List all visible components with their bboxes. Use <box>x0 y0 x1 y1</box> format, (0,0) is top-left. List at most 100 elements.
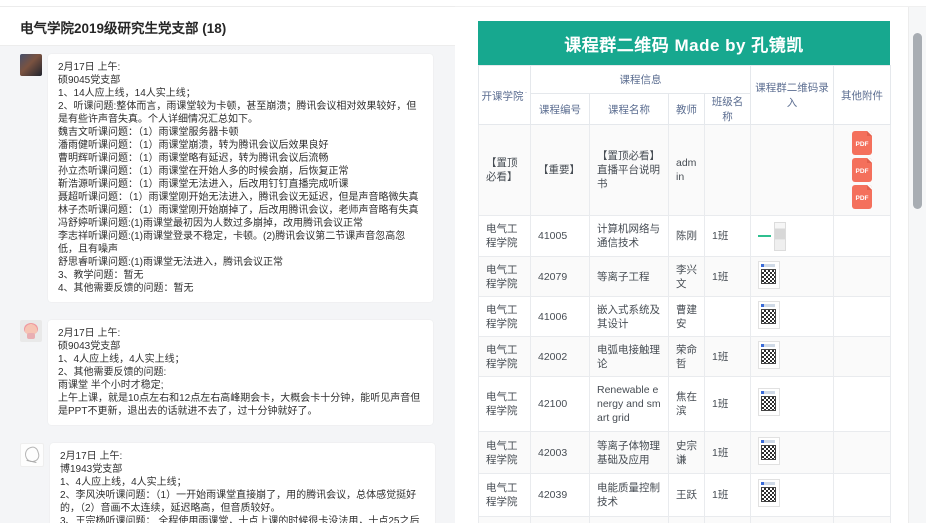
bird-photo-avatar[interactable] <box>20 54 42 76</box>
cell-teacher: 王跃 <box>669 474 705 517</box>
cell-teacher: 陈刚 <box>669 216 705 257</box>
message-line: 舒思睿听课问题:(1)雨课堂无法进入，腾讯会议正常 <box>58 256 423 269</box>
header-college[interactable]: 开课学院· <box>479 66 531 125</box>
cell-class-name: 1班 <box>705 257 751 297</box>
qr-code-pattern <box>761 349 776 364</box>
message-line: 博1943党支部 <box>60 463 425 476</box>
pdf-file-icon[interactable]: PDF <box>852 158 872 182</box>
chat-window: 电气学院2019级研究生党支部 (18) 2月17日 上午:硕9045党支部1、… <box>0 6 455 523</box>
pdf-file-icon[interactable]: PDF <box>852 185 872 209</box>
qr-code-thumbnail[interactable] <box>758 301 780 329</box>
message-line: 潘雨健听课问题：（1）雨课堂崩溃，转为腾讯会议后效果良好 <box>58 139 423 152</box>
qr-code-pattern <box>761 309 776 324</box>
cell-college: 电气工程学院 <box>479 216 531 257</box>
cell-class-name: 1班 <box>705 432 751 474</box>
cell-course-name: 电能质量控制技术 <box>590 474 669 517</box>
course-qr-page: 课程群二维码 Made by 孔镜凯 开课学院· 课程信息 课程群二维码录入 其… <box>455 6 926 523</box>
message-line: 4、其他需要反馈的问题：暂无 <box>58 282 423 295</box>
header-teacher: 教师 <box>669 94 705 125</box>
cell-attachments <box>834 474 891 517</box>
cell-course-code: 42039 <box>531 474 590 517</box>
cell-qr-entry <box>751 125 834 216</box>
cell-course-name: 计算机网络与通信技术 <box>590 216 669 257</box>
screenshot-thumbnail[interactable] <box>774 222 786 251</box>
cell-college: 电气工程学院 <box>479 257 531 297</box>
thumbnail-header <box>761 440 775 443</box>
qr-code-thumbnail[interactable] <box>758 388 780 416</box>
cell-qr-entry <box>751 377 834 432</box>
message-bubble: 2月17日 上午:硕9045党支部1、14人应上线，14人实上线；2、听课问题:… <box>48 54 433 302</box>
message-line: 聂超听课问题：（1）雨课堂刚开始无法进入，腾讯会议无延迟，但是声音略微失真 <box>58 191 423 204</box>
cell-teacher <box>669 517 705 523</box>
message-line: 林子杰听课问题：（1）雨课堂刚开始崩掉了，后改用腾讯会议，老师声音略有失真 <box>58 204 423 217</box>
message-line: 2、李风泱听课问题：（1）一开始雨课堂直接崩了，用的腾讯会议，总体感觉挺好的，（… <box>60 489 425 515</box>
cell-course-name: 等离子工程 <box>590 257 669 297</box>
cell-teacher: 史宗谦 <box>669 432 705 474</box>
qr-code-pattern <box>761 269 776 284</box>
qr-code-thumbnail[interactable] <box>758 341 780 369</box>
cell-teacher: 焦在滨 <box>669 377 705 432</box>
cell-course-code: 【重要】 <box>531 125 590 216</box>
page-scrollbar[interactable] <box>908 7 926 523</box>
table-row: 电气工程学院 42003 等离子体物理基础及应用 史宗谦 1班 <box>479 432 891 474</box>
message-line: 2月17日 上午: <box>58 61 423 74</box>
cell-college: 电气工程学院 <box>479 337 531 377</box>
cell-class-name: 1班 <box>705 337 751 377</box>
pink-cartoon-face-avatar[interactable] <box>20 320 42 342</box>
table-row: 电气工程学院 42002 电弧电接触理论 荣命哲 1班 <box>479 337 891 377</box>
cell-college: 电气工程学院 <box>479 377 531 432</box>
desktop: 电气学院2019级研究生党支部 (18) 2月17日 上午:硕9045党支部1、… <box>0 0 926 522</box>
cell-course-code: 42100 <box>531 377 590 432</box>
cell-attachments <box>834 337 891 377</box>
cell-college: 电气工程学院 <box>479 432 531 474</box>
cell-qr-entry <box>751 216 834 257</box>
message-line: 靳浩源听课问题：（1）雨课堂无法进入，后改用钉钉直播完成听课 <box>58 178 423 191</box>
message-line: 李志祥听课问题:(1)雨课堂登录不稳定，卡顿。(2)腾讯会议第二节课声音忽高忽低… <box>58 230 423 256</box>
cell-teacher: 李兴文 <box>669 257 705 297</box>
table-row: 【置顶必看】 【重要】 【置顶必看】直播平台说明书 admin PDFPDFPD… <box>479 125 891 216</box>
header-attachments: 其他附件 <box>834 66 891 125</box>
header-class-name: 班级名称 <box>705 94 751 125</box>
cell-attachments: PDF PDF PDF <box>834 125 891 216</box>
qr-code-thumbnail[interactable] <box>758 261 780 289</box>
cell-course-name: 等离子体物理基础及应用 <box>590 432 669 474</box>
scrollbar-thumb[interactable] <box>913 33 922 209</box>
qr-code-pattern <box>761 445 776 460</box>
cell-teacher: 荣命哲 <box>669 337 705 377</box>
chat-message-list[interactable]: 2月17日 上午:硕9045党支部1、14人应上线，14人实上线；2、听课问题:… <box>0 45 455 523</box>
pdf-file-icon[interactable]: PDF <box>852 131 872 155</box>
cell-course-code: 41005 <box>531 216 590 257</box>
cell-attachments <box>834 257 891 297</box>
cell-qr-entry <box>751 337 834 377</box>
message-line: 曹明辉听课问题：（1）雨课堂略有延迟，转为腾讯会议后流畅 <box>58 152 423 165</box>
cell-course-name <box>590 517 669 523</box>
cell-course-code: 42003 <box>531 432 590 474</box>
cell-course-code: 41006 <box>531 297 590 337</box>
table-row: 电气工程学院 42100 Renewable energy and smart … <box>479 377 891 432</box>
green-line-icon <box>758 235 771 237</box>
course-qr-table: 开课学院· 课程信息 课程群二维码录入 其他附件 课程编号 课程名称 教师 班级… <box>478 65 891 523</box>
message-line: 孙立杰听课问题：（1）雨课堂在开始人多的时候会崩，后恢复正常 <box>58 165 423 178</box>
message-line: 1、14人应上线，14人实上线； <box>58 87 423 100</box>
message-bubble: 2月17日 上午:硕9043党支部1、4人应上线，4人实上线；2、其他需要反馈的… <box>48 320 433 425</box>
cell-course-code: 42002 <box>531 337 590 377</box>
cell-course-name: Renewable energy and smart grid <box>590 377 669 432</box>
cell-course-name: 嵌入式系统及其设计 <box>590 297 669 337</box>
message-line: 硕9045党支部 <box>58 74 423 87</box>
course-table: 课程群二维码 Made by 孔镜凯 开课学院· 课程信息 课程群二维码录入 其… <box>478 21 890 523</box>
table-row: 电气工程学院 42079 等离子工程 李兴文 1班 <box>479 257 891 297</box>
message-line: 硕9043党支部 <box>58 340 423 353</box>
pencil-sketch-avatar[interactable] <box>20 443 44 467</box>
qr-code-pattern <box>761 396 776 411</box>
chat-message: 2月17日 上午:博1943党支部1、4人应上线，4人实上线；2、李风泱听课问题… <box>20 443 435 523</box>
cell-class-name <box>705 125 751 216</box>
message-line: 1、4人应上线，4人实上线； <box>58 353 423 366</box>
thumbnail-header <box>761 344 775 347</box>
qr-code-thumbnail[interactable] <box>758 479 780 507</box>
cell-attachments <box>834 377 891 432</box>
message-line: 冯舒婷听课问题:(1)雨课堂最初因为人数过多崩掉，改用腾讯会议正常 <box>58 217 423 230</box>
thumbnail-header <box>761 304 775 307</box>
qr-code-thumbnail[interactable] <box>758 437 780 465</box>
image-thumbnail[interactable] <box>758 222 826 251</box>
message-line: 魏吉文听课问题：（1）雨课堂服务器卡顿 <box>58 126 423 139</box>
